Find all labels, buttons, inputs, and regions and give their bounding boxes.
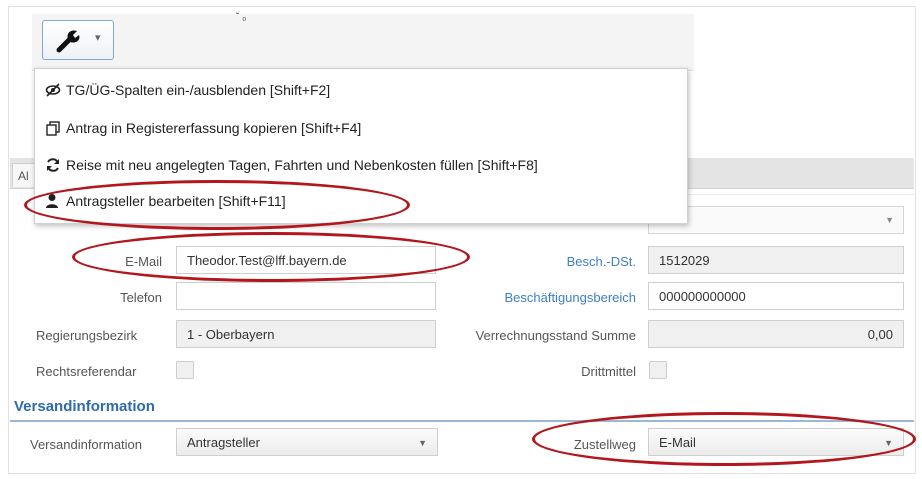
wrench-icon [53, 28, 83, 57]
besch-dst-link[interactable]: Besch.-DSt. [480, 254, 636, 269]
email-field[interactable]: Theodor.Test@lff.bayern.de [176, 246, 436, 274]
email-label: E-Mail [125, 254, 162, 269]
chevron-down-icon: ▼ [418, 438, 427, 448]
regierungsbezirk-label: Regierungsbezirk [36, 328, 138, 343]
menu-item-label: Reise mit neu angelegten Tagen, Fahrten … [66, 157, 538, 173]
user-icon [45, 193, 61, 209]
besch-dst-field: 1512029 [648, 246, 904, 274]
menu-item-label: Antrag in Registererfassung kopieren [Sh… [66, 120, 362, 136]
copy-icon [45, 120, 61, 136]
drittmittel-checkbox[interactable] [649, 361, 667, 379]
telefon-field[interactable] [176, 282, 436, 310]
rechtsreferendar-label: Rechtsreferendar [36, 364, 137, 379]
versandinformation-select[interactable]: Antragsteller ▼ [176, 428, 438, 456]
chevron-down-icon: ▼ [884, 438, 893, 448]
menu-item-copy-to-register[interactable]: Antrag in Registererfassung kopieren [Sh… [45, 118, 361, 138]
tools-menu-button[interactable]: ▾ [42, 20, 114, 60]
zustellweg-select[interactable]: E-Mail ▼ [648, 428, 904, 456]
menu-item-label: TG/ÜG-Spalten ein-/ausblenden [Shift+F2] [66, 82, 331, 98]
verrechnungsstand-label: Verrechnungsstand Summe [475, 328, 636, 343]
regierungsbezirk-field: 1 - Oberbayern [176, 320, 436, 348]
telefon-label: Telefon [120, 290, 162, 305]
tools-dropdown-menu: TG/ÜG-Spalten ein-/ausblenden [Shift+F2]… [34, 68, 688, 224]
drittmittel-label: Drittmittel [581, 364, 636, 379]
beschaeftigungsbereich-field[interactable]: 000000000000 [648, 282, 904, 310]
section-divider [10, 420, 914, 422]
toolbar [32, 14, 694, 71]
zustellweg-label: Zustellweg [573, 437, 636, 452]
rechtsreferendar-checkbox[interactable] [176, 361, 194, 379]
chevron-down-icon: ▾ [95, 32, 101, 44]
menu-item-fill-trip[interactable]: Reise mit neu angelegten Tagen, Fahrten … [45, 155, 538, 175]
chevron-down-icon: ▼ [885, 215, 894, 225]
versandinformation-label: Versandinformation [30, 437, 143, 452]
menu-item-toggle-columns[interactable]: TG/ÜG-Spalten ein-/ausblenden [Shift+F2] [45, 80, 330, 100]
verrechnungsstand-field: 0,00 [648, 320, 904, 348]
zustellweg-value: E-Mail [659, 435, 696, 450]
versandinformation-value: Antragsteller [187, 435, 260, 450]
refresh-icon [45, 157, 61, 173]
menu-item-label: Antragsteller bearbeiten [Shift+F11] [66, 193, 286, 209]
menu-item-edit-applicant[interactable]: Antragsteller bearbeiten [Shift+F11] [45, 191, 286, 211]
section-title: Versandinformation [14, 398, 155, 415]
beschaeftigungsbereich-link[interactable]: Beschäftigungsbereich [460, 290, 636, 305]
stray-mark: ˘ ₀ [236, 12, 247, 23]
eye-slash-icon [45, 83, 61, 97]
